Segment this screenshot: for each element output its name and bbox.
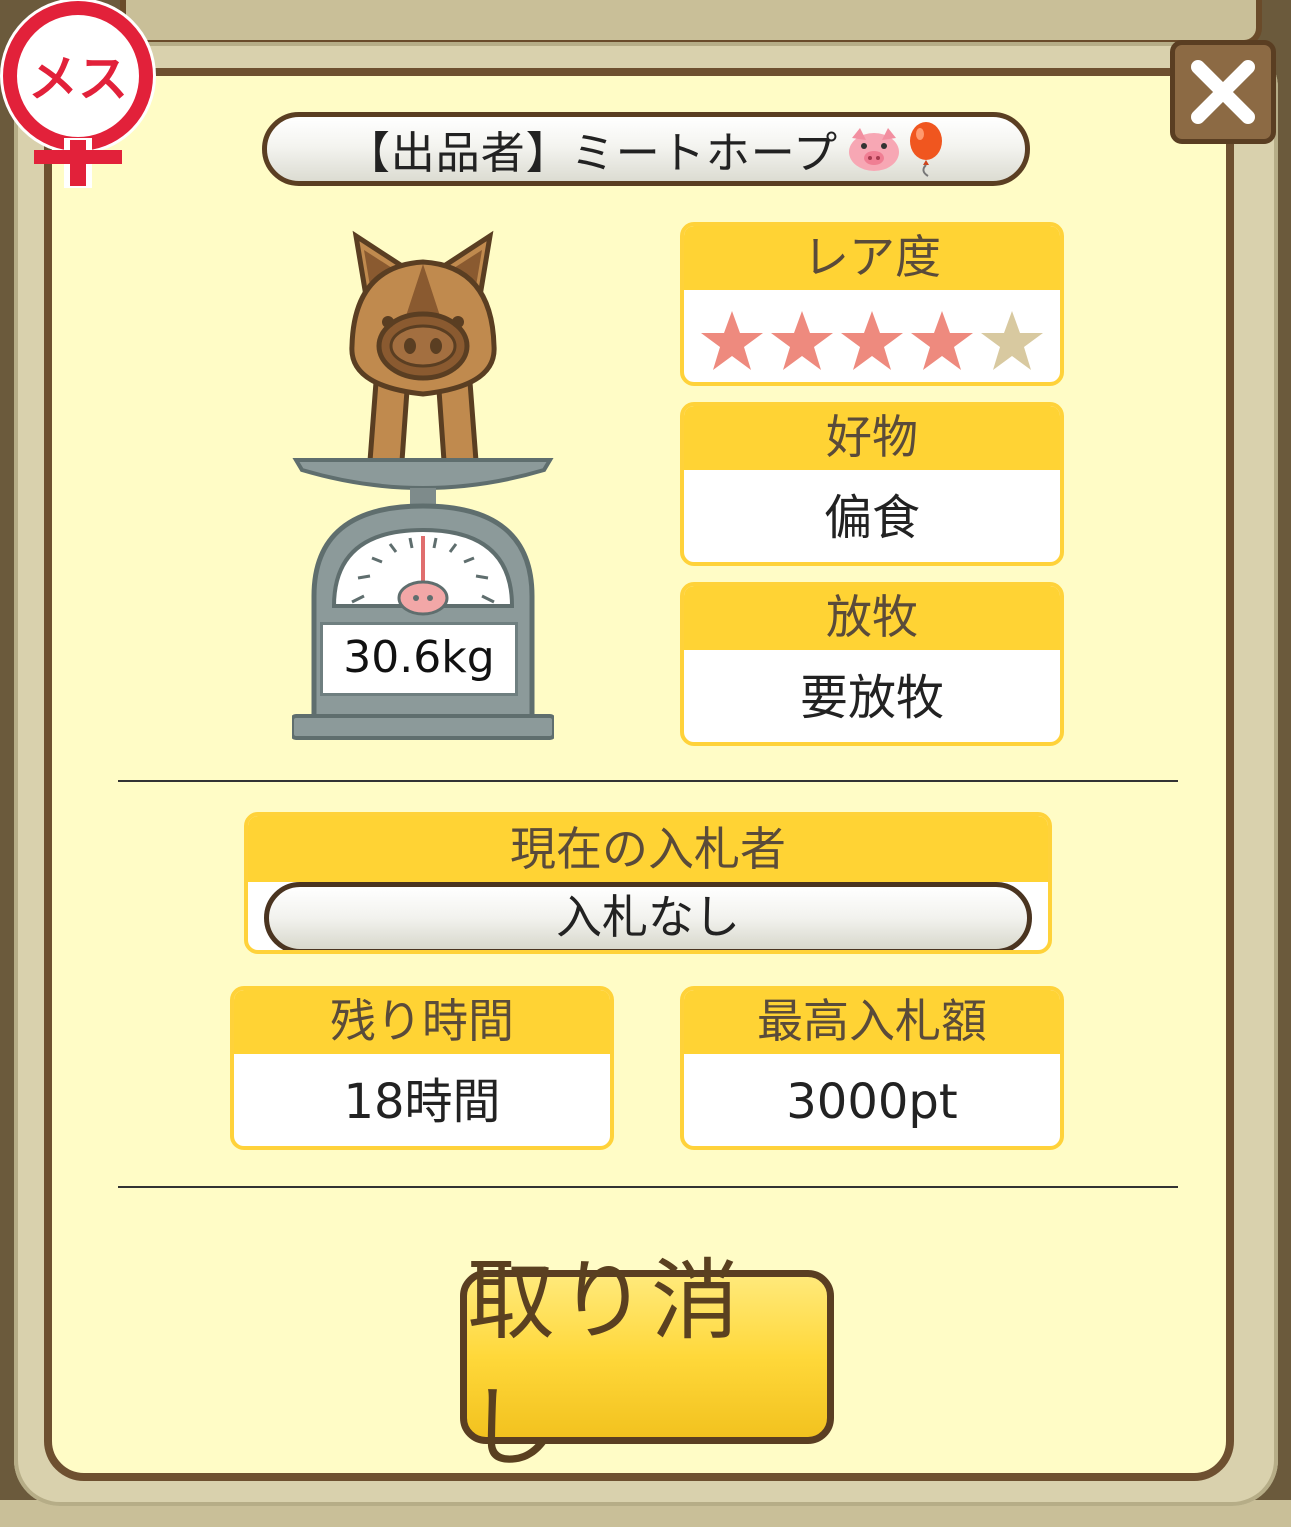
pig-face-icon [849, 128, 900, 171]
weight-readout: 30.6kg [320, 622, 518, 696]
background-board-top [120, 0, 1262, 46]
star-filled-icon [841, 311, 903, 370]
rarity-stars [684, 290, 1060, 382]
close-button[interactable] [1170, 40, 1276, 144]
divider [118, 780, 1178, 782]
cancel-button-label: 取り消し [467, 1249, 744, 1479]
max-bid-value: 3000pt [786, 1074, 958, 1130]
time-left-title: 残り時間 [234, 990, 610, 1054]
balloon-icon [910, 122, 943, 177]
favorite-card: 好物 偏食 [680, 402, 1064, 566]
seller-label: 【出品者】ミートホープ [345, 128, 839, 179]
current-bidder-card: 現在の入札者 入札なし [244, 812, 1052, 954]
seller-name-pill: 【出品者】ミートホープ [262, 112, 1030, 186]
close-icon [1191, 60, 1255, 124]
star-filled-icon [911, 311, 973, 370]
grazing-value: 要放牧 [799, 670, 944, 726]
rarity-card: レア度 [680, 222, 1064, 386]
grazing-card: 放牧 要放牧 [680, 582, 1064, 746]
current-bidder-value: 入札なし [264, 882, 1032, 950]
gender-label: メス [28, 50, 128, 108]
current-bidder-title: 現在の入札者 [248, 816, 1048, 882]
rarity-title: レア度 [684, 226, 1060, 290]
time-left-card: 残り時間 18時間 [230, 986, 614, 1150]
star-empty-icon [981, 311, 1043, 370]
max-bid-card: 最高入札額 3000pt [680, 986, 1064, 1150]
female-gender-badge: メス [0, 0, 160, 190]
grazing-title: 放牧 [684, 586, 1060, 650]
star-filled-icon [771, 311, 833, 370]
favorite-title: 好物 [684, 406, 1060, 470]
divider [118, 1186, 1178, 1188]
favorite-value: 偏食 [823, 490, 920, 546]
weight-scale: 30.6kg [290, 226, 556, 740]
time-left-value: 18時間 [343, 1074, 501, 1130]
cancel-button[interactable]: 取り消し [460, 1249, 834, 1479]
max-bid-title: 最高入札額 [684, 990, 1060, 1054]
star-filled-icon [701, 311, 763, 370]
